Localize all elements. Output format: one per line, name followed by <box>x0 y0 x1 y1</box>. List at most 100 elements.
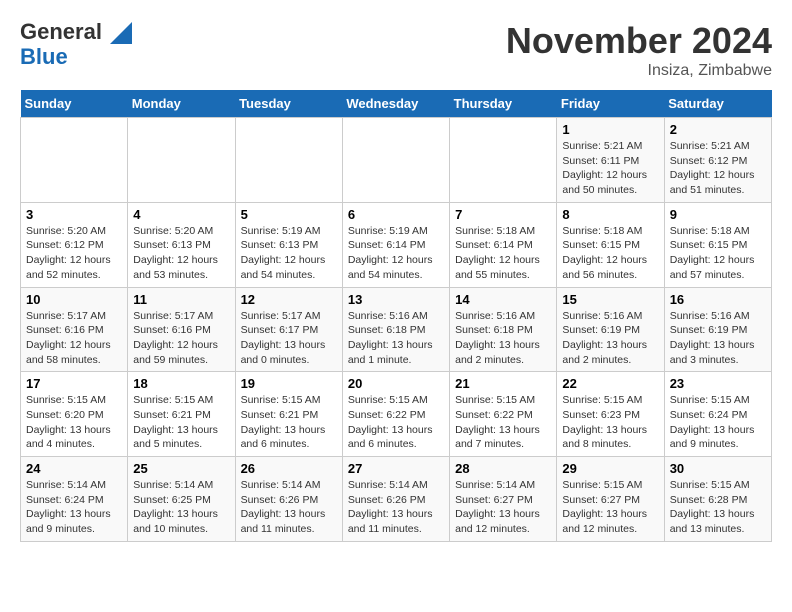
month-title: November 2024 <box>506 20 772 62</box>
calendar-cell <box>342 118 449 203</box>
calendar-cell: 22 Sunrise: 5:15 AM Sunset: 6:23 PM Dayli… <box>557 372 664 457</box>
title-block: November 2024 Insiza, Zimbabwe <box>506 20 772 80</box>
day-number: 22 <box>562 376 658 391</box>
calendar-cell: 4Sunrise: 5:20 AM Sunset: 6:13 PM Daylig… <box>128 202 235 287</box>
calendar-cell: 14 Sunrise: 5:16 AM Sunset: 6:18 PM Dayli… <box>450 287 557 372</box>
logo-icon <box>110 22 132 44</box>
calendar-cell: 7 Sunrise: 5:18 AM Sunset: 6:14 PM Daylig… <box>450 202 557 287</box>
day-number: 27 <box>348 461 444 476</box>
calendar-cell: 21Sunrise: 5:15 AM Sunset: 6:22 PM Dayli… <box>450 372 557 457</box>
location-subtitle: Insiza, Zimbabwe <box>506 62 772 80</box>
calendar-cell: 3 Sunrise: 5:20 AM Sunset: 6:12 PM Daylig… <box>21 202 128 287</box>
weekday-header: Tuesday <box>235 90 342 118</box>
logo: General Blue <box>20 20 132 70</box>
calendar-cell <box>21 118 128 203</box>
calendar-cell: 10 Sunrise: 5:17 AM Sunset: 6:16 PM Dayli… <box>21 287 128 372</box>
day-info: Sunrise: 5:21 AM Sunset: 6:11 PM Dayligh… <box>562 139 658 198</box>
day-number: 14 <box>455 292 551 307</box>
day-number: 29 <box>562 461 658 476</box>
weekday-header: Sunday <box>21 90 128 118</box>
calendar-cell: 29 Sunrise: 5:15 AM Sunset: 6:27 PM Dayli… <box>557 457 664 542</box>
day-number: 1 <box>562 122 658 137</box>
day-number: 17 <box>26 376 122 391</box>
calendar-cell: 25 Sunrise: 5:14 AM Sunset: 6:25 PM Dayli… <box>128 457 235 542</box>
day-number: 20 <box>348 376 444 391</box>
logo-general: General <box>20 19 102 44</box>
calendar-cell: 8Sunrise: 5:18 AM Sunset: 6:15 PM Daylig… <box>557 202 664 287</box>
day-info: Sunrise: 5:19 AM Sunset: 6:14 PM Dayligh… <box>348 224 444 283</box>
calendar-cell: 6 Sunrise: 5:19 AM Sunset: 6:14 PM Daylig… <box>342 202 449 287</box>
day-info: Sunrise: 5:15 AM Sunset: 6:22 PM Dayligh… <box>455 393 551 452</box>
day-info: Sunrise: 5:15 AM Sunset: 6:22 PM Dayligh… <box>348 393 444 452</box>
day-number: 9 <box>670 207 766 222</box>
day-info: Sunrise: 5:15 AM Sunset: 6:28 PM Dayligh… <box>670 478 766 537</box>
day-info: Sunrise: 5:15 AM Sunset: 6:21 PM Dayligh… <box>241 393 337 452</box>
day-number: 10 <box>26 292 122 307</box>
calendar-week-row: 10 Sunrise: 5:17 AM Sunset: 6:16 PM Dayli… <box>21 287 772 372</box>
day-info: Sunrise: 5:19 AM Sunset: 6:13 PM Dayligh… <box>241 224 337 283</box>
weekday-header: Friday <box>557 90 664 118</box>
day-info: Sunrise: 5:16 AM Sunset: 6:18 PM Dayligh… <box>455 309 551 368</box>
weekday-header: Monday <box>128 90 235 118</box>
calendar-cell: 18Sunrise: 5:15 AM Sunset: 6:21 PM Dayli… <box>128 372 235 457</box>
calendar-cell: 12 Sunrise: 5:17 AM Sunset: 6:17 PM Dayli… <box>235 287 342 372</box>
calendar-cell: 30 Sunrise: 5:15 AM Sunset: 6:28 PM Dayli… <box>664 457 771 542</box>
day-info: Sunrise: 5:14 AM Sunset: 6:26 PM Dayligh… <box>241 478 337 537</box>
day-number: 3 <box>26 207 122 222</box>
day-info: Sunrise: 5:18 AM Sunset: 6:15 PM Dayligh… <box>562 224 658 283</box>
calendar-cell <box>235 118 342 203</box>
day-number: 30 <box>670 461 766 476</box>
calendar-table: SundayMondayTuesdayWednesdayThursdayFrid… <box>20 90 772 542</box>
day-info: Sunrise: 5:14 AM Sunset: 6:25 PM Dayligh… <box>133 478 229 537</box>
calendar-cell: 27 Sunrise: 5:14 AM Sunset: 6:26 PM Dayli… <box>342 457 449 542</box>
day-info: Sunrise: 5:18 AM Sunset: 6:14 PM Dayligh… <box>455 224 551 283</box>
calendar-cell: 26 Sunrise: 5:14 AM Sunset: 6:26 PM Dayli… <box>235 457 342 542</box>
day-info: Sunrise: 5:15 AM Sunset: 6:23 PM Dayligh… <box>562 393 658 452</box>
weekday-header: Saturday <box>664 90 771 118</box>
calendar-cell <box>450 118 557 203</box>
day-info: Sunrise: 5:15 AM Sunset: 6:24 PM Dayligh… <box>670 393 766 452</box>
calendar-cell: 13 Sunrise: 5:16 AM Sunset: 6:18 PM Dayli… <box>342 287 449 372</box>
day-number: 26 <box>241 461 337 476</box>
calendar-week-row: 17Sunrise: 5:15 AM Sunset: 6:20 PM Dayli… <box>21 372 772 457</box>
day-info: Sunrise: 5:16 AM Sunset: 6:18 PM Dayligh… <box>348 309 444 368</box>
calendar-cell <box>128 118 235 203</box>
day-number: 25 <box>133 461 229 476</box>
calendar-cell: 2Sunrise: 5:21 AM Sunset: 6:12 PM Daylig… <box>664 118 771 203</box>
calendar-week-row: 24Sunrise: 5:14 AM Sunset: 6:24 PM Dayli… <box>21 457 772 542</box>
day-number: 5 <box>241 207 337 222</box>
day-info: Sunrise: 5:16 AM Sunset: 6:19 PM Dayligh… <box>670 309 766 368</box>
calendar-cell: 9 Sunrise: 5:18 AM Sunset: 6:15 PM Daylig… <box>664 202 771 287</box>
day-info: Sunrise: 5:20 AM Sunset: 6:12 PM Dayligh… <box>26 224 122 283</box>
day-number: 4 <box>133 207 229 222</box>
day-number: 11 <box>133 292 229 307</box>
day-info: Sunrise: 5:15 AM Sunset: 6:21 PM Dayligh… <box>133 393 229 452</box>
day-info: Sunrise: 5:17 AM Sunset: 6:16 PM Dayligh… <box>133 309 229 368</box>
calendar-cell: 19Sunrise: 5:15 AM Sunset: 6:21 PM Dayli… <box>235 372 342 457</box>
calendar-week-row: 3 Sunrise: 5:20 AM Sunset: 6:12 PM Daylig… <box>21 202 772 287</box>
day-info: Sunrise: 5:17 AM Sunset: 6:16 PM Dayligh… <box>26 309 122 368</box>
calendar-cell: 1 Sunrise: 5:21 AM Sunset: 6:11 PM Daylig… <box>557 118 664 203</box>
day-info: Sunrise: 5:14 AM Sunset: 6:24 PM Dayligh… <box>26 478 122 537</box>
day-info: Sunrise: 5:14 AM Sunset: 6:26 PM Dayligh… <box>348 478 444 537</box>
day-number: 7 <box>455 207 551 222</box>
day-number: 13 <box>348 292 444 307</box>
calendar-week-row: 1 Sunrise: 5:21 AM Sunset: 6:11 PM Daylig… <box>21 118 772 203</box>
calendar-cell: 16Sunrise: 5:16 AM Sunset: 6:19 PM Dayli… <box>664 287 771 372</box>
weekday-header-row: SundayMondayTuesdayWednesdayThursdayFrid… <box>21 90 772 118</box>
calendar-cell: 24Sunrise: 5:14 AM Sunset: 6:24 PM Dayli… <box>21 457 128 542</box>
day-info: Sunrise: 5:15 AM Sunset: 6:27 PM Dayligh… <box>562 478 658 537</box>
day-number: 12 <box>241 292 337 307</box>
logo-blue: Blue <box>20 44 132 70</box>
day-info: Sunrise: 5:14 AM Sunset: 6:27 PM Dayligh… <box>455 478 551 537</box>
calendar-cell: 28 Sunrise: 5:14 AM Sunset: 6:27 PM Dayli… <box>450 457 557 542</box>
calendar-cell: 15Sunrise: 5:16 AM Sunset: 6:19 PM Dayli… <box>557 287 664 372</box>
weekday-header: Wednesday <box>342 90 449 118</box>
day-number: 28 <box>455 461 551 476</box>
day-info: Sunrise: 5:18 AM Sunset: 6:15 PM Dayligh… <box>670 224 766 283</box>
calendar-cell: 11 Sunrise: 5:17 AM Sunset: 6:16 PM Dayli… <box>128 287 235 372</box>
day-number: 23 <box>670 376 766 391</box>
day-number: 6 <box>348 207 444 222</box>
day-info: Sunrise: 5:17 AM Sunset: 6:17 PM Dayligh… <box>241 309 337 368</box>
calendar-cell: 20 Sunrise: 5:15 AM Sunset: 6:22 PM Dayli… <box>342 372 449 457</box>
